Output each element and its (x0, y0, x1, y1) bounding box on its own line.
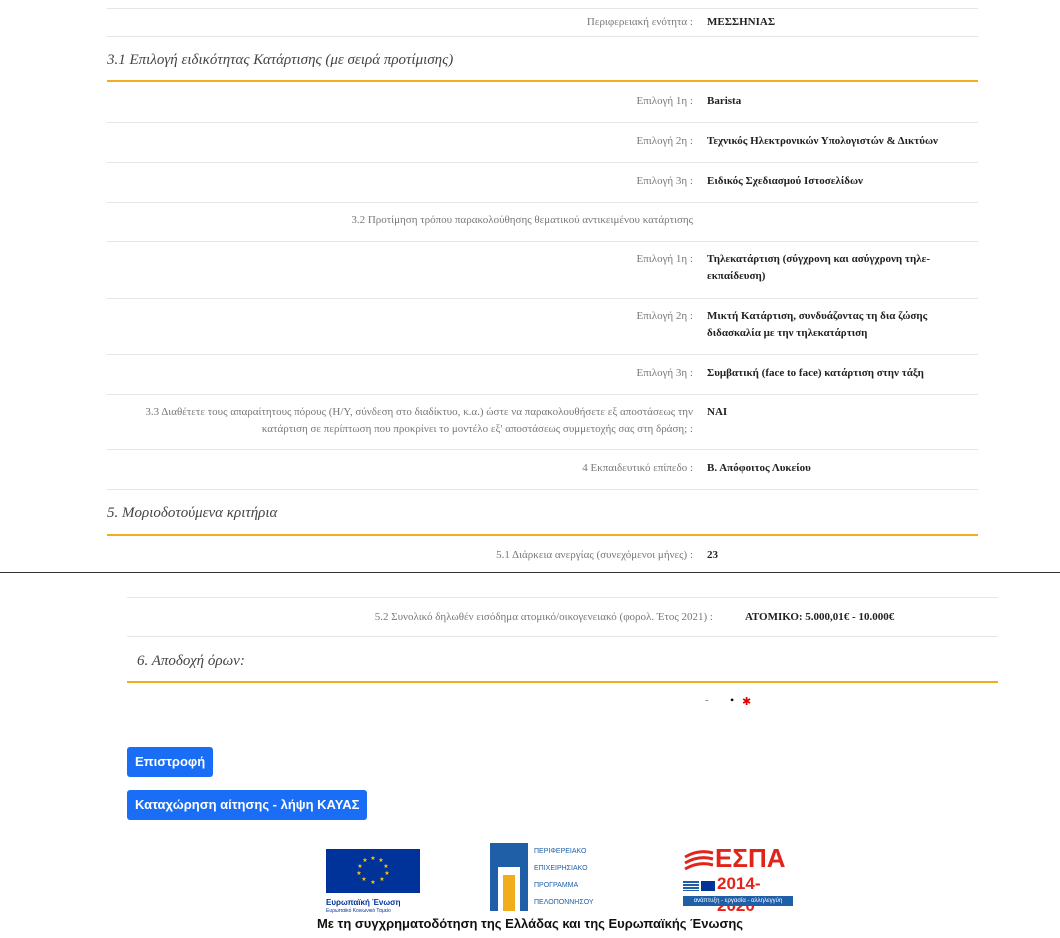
pep-line-2: ΕΠΙΧΕΙΡΗΣΙΑΚΟ (534, 865, 588, 872)
section-5-title: 5. Μοριοδοτούμενα κριτήρια (107, 505, 278, 521)
eu-label: Ευρωπαϊκή Ένωση (326, 898, 401, 907)
espa-title: ΕΣΠΑ (715, 843, 786, 873)
pep-line-3: ΠΡΟΓΡΑΜΜΑ (534, 882, 579, 889)
svg-text:★: ★ (384, 870, 389, 877)
region-row: Περιφερειακή ενότητα : ΜΕΣΣΗΝΙΑΣ (107, 12, 978, 37)
svg-text:★: ★ (356, 870, 361, 877)
pep-line-4: ΠΕΛΟΠΟΝΝΗΣΟΥ (534, 899, 594, 906)
eu-logo: ★ ★ ★ ★ ★ ★ ★ ★ ★ ★ Ευρωπαϊκή Ένωση Ευρω… (326, 849, 420, 914)
svg-text:★: ★ (357, 863, 362, 870)
s32-choice-1-label: Επιλογή 1η : (636, 253, 694, 265)
s31-choice-3: Επιλογή 3η : Ειδικός Σχεδιασμού Ιστοσελί… (107, 162, 978, 203)
s32-choice-2-value: Μικτή Κατάρτιση, συνδυάζοντας τη δια ζώσ… (707, 310, 928, 339)
unemployment-label: 5.1 Διάρκεια ανεργίας (συνεχόμενοι μήνες… (496, 549, 693, 561)
s33-label-line-2: κατάρτιση σε περίπτωση που προκρίνει το … (261, 423, 693, 435)
required-asterisk-icon: ✱ (742, 695, 752, 708)
unemployment-value: 23 (707, 549, 718, 561)
section-3-1-title: 3.1 Επιλογή ειδικότητας Κατάρτισης (με σ… (107, 52, 454, 68)
pep-line-1: ΠΕΡΙΦΕΡΕΙΑΚΟ (534, 848, 587, 855)
s32-title: 3.2 Προτίμηση τρόπου παρακολούθησης θεμα… (351, 214, 693, 226)
s31-choice-1: Επιλογή 1η : Barista (107, 82, 978, 123)
svg-text:★: ★ (361, 876, 366, 883)
espa-swoosh-icon (684, 850, 714, 871)
pep-logo: ΠΕΡΙΦΕΡΕΙΑΚΟ ΕΠΙΧΕΙΡΗΣΙΑΚΟ ΠΡΟΓΡΑΜΜΑ ΠΕΛ… (490, 843, 600, 911)
eu-sublabel: Ευρωπαϊκό Κοινωνικό Ταμείο (326, 908, 391, 914)
s33-label-line-1: 3.3 Διαθέτετε τους απαραίτητους πόρους (… (145, 406, 693, 418)
s32-choice-3: Επιλογή 3η : Συμβατική (face to face) κα… (107, 354, 978, 395)
section-6-underline (127, 681, 998, 683)
svg-text:★: ★ (370, 879, 375, 886)
eu-flag-icon: ★ ★ ★ ★ ★ ★ ★ ★ ★ ★ (326, 849, 420, 893)
pep-emblem-icon (490, 843, 528, 911)
back-button[interactable]: Επιστροφή (127, 747, 214, 777)
s31-choice-2-value: Τεχνικός Ηλεκτρονικών Υπολογιστών & Δικτ… (707, 135, 938, 147)
acceptance-bullet[interactable]: • (730, 693, 734, 708)
s32-title-row: 3.2 Προτίμηση τρόπου παρακολούθησης θεμα… (107, 202, 978, 242)
s31-choice-3-value: Ειδικός Σχεδιασμού Ιστοσελίδων (707, 175, 863, 187)
greek-flag-icon (683, 881, 699, 891)
submit-application-button[interactable]: Καταχώρηση αίτησης - λήψη ΚΑΥΑΣ (127, 790, 368, 820)
acceptance-dash: - (705, 694, 709, 706)
svg-text:★: ★ (370, 855, 375, 862)
s31-choice-2-label: Επιλογή 2η : (636, 135, 694, 147)
education-label: 4 Εκπαιδευτικό επίπεδο : (582, 462, 693, 474)
svg-text:★: ★ (362, 857, 367, 864)
top-divider (107, 8, 978, 9)
svg-text:★: ★ (383, 863, 388, 870)
funding-caption: Με τη συγχρηματοδότηση της Ελλάδας και τ… (316, 916, 744, 931)
section-6-title: 6. Αποδοχή όρων: (137, 653, 245, 669)
income-value: ΑΤΟΜΙΚΟ: 5.000,01€ - 10.000€ (745, 611, 895, 623)
s32-choice-2-label: Επιλογή 2η : (636, 310, 694, 322)
espa-slogan: ανάπτυξη - εργασία - αλληλεγγύη (683, 896, 793, 906)
page-break-line (0, 572, 1060, 573)
s31-choice-3-label: Επιλογή 3η : (636, 175, 694, 187)
s33-label: 3.3 Διαθέτετε τους απαραίτητους πόρους (… (145, 404, 693, 438)
education-value: Β. Απόφοιτος Λυκείου (707, 462, 811, 474)
income-label: 5.2 Συνολικό δηλωθέν εισόδημα ατομικό/οι… (374, 611, 713, 623)
s32-choice-2: Επιλογή 2η : Μικτή Κατάρτιση, συνδυάζοντ… (107, 298, 978, 355)
s32-choice-3-label: Επιλογή 3η : (636, 367, 694, 379)
s33-value: ΝΑΙ (707, 406, 728, 418)
eu-mini-flag-icon (701, 881, 715, 891)
region-label: Περιφερειακή ενότητα : (586, 16, 693, 28)
s31-choice-1-label: Επιλογή 1η : (636, 95, 694, 107)
espa-logo: ΕΣΠΑ 2014-2020 ανάπτυξη - εργασία - αλλη… (683, 843, 798, 915)
s31-choice-1-value: Barista (707, 95, 742, 107)
unemployment-row: 5.1 Διάρκεια ανεργίας (συνεχόμενοι μήνες… (107, 536, 978, 568)
svg-text:★: ★ (379, 876, 384, 883)
espa-years: 2014-2020 (717, 874, 761, 915)
s32-choice-1: Επιλογή 1η : Τηλεκατάρτιση (σύγχρονη και… (107, 241, 978, 299)
pep-text: ΠΕΡΙΦΕΡΕΙΑΚΟ ΕΠΙΧΕΙΡΗΣΙΑΚΟ ΠΡΟΓΡΑΜΜΑ ΠΕΛ… (534, 843, 594, 911)
education-row: 4 Εκπαιδευτικό επίπεδο : Β. Απόφοιτος Λυ… (107, 449, 978, 490)
s32-choice-3-value: Συμβατική (face to face) κατάρτιση στην … (707, 367, 924, 379)
s32-choice-1-value: Τηλεκατάρτιση (σύγχρονη και ασύγχρονη τη… (707, 253, 931, 282)
income-row: 5.2 Συνολικό δηλωθέν εισόδημα ατομικό/οι… (127, 598, 998, 637)
s31-choice-2: Επιλογή 2η : Τεχνικός Ηλεκτρονικών Υπολο… (107, 122, 978, 163)
region-value: ΜΕΣΣΗΝΙΑΣ (707, 16, 776, 28)
s33-row: 3.3 Διαθέτετε τους απαραίτητους πόρους (… (107, 394, 978, 450)
